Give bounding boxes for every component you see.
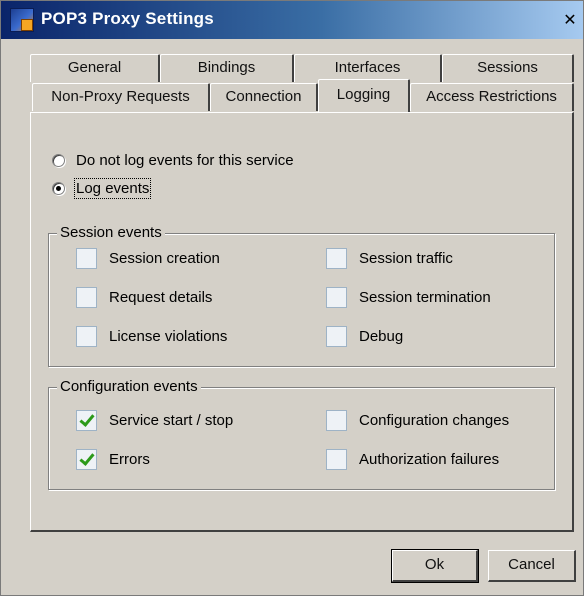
checkbox-checked[interactable]	[76, 449, 97, 470]
check-debug-label: Debug	[359, 328, 404, 345]
check-authorization-failures-label: Authorization failures	[359, 451, 500, 468]
checkbox-checked[interactable]	[76, 410, 97, 431]
logging-tab-page: Do not log events for this service Log e…	[30, 112, 574, 532]
radio-do-not-log-label: Do not log events for this service	[76, 152, 294, 169]
title-bar[interactable]: POP3 Proxy Settings ✕	[1, 1, 583, 39]
checkbox[interactable]	[76, 248, 97, 269]
checkbox[interactable]	[326, 449, 347, 470]
check-license-violations-label: License violations	[109, 328, 228, 345]
radio-log-events-label: Log events	[73, 178, 152, 199]
session-events-group-label: Session events	[57, 224, 165, 242]
checkbox[interactable]	[76, 326, 97, 347]
check-configuration-changes[interactable]: Configuration changes	[326, 410, 509, 431]
ok-button[interactable]: Ok	[391, 549, 479, 583]
configuration-events-group-label: Configuration events	[57, 378, 201, 396]
check-service-start-stop-label: Service start / stop	[109, 412, 234, 429]
checkbox[interactable]	[326, 248, 347, 269]
cancel-button[interactable]: Cancel	[488, 550, 576, 582]
tab-bindings[interactable]: Bindings	[160, 54, 294, 82]
tab-row-front: Non-Proxy Requests Connection Logging Ac…	[32, 79, 574, 112]
tab-non-proxy-requests[interactable]: Non-Proxy Requests	[32, 83, 210, 111]
tab-interfaces[interactable]: Interfaces	[294, 54, 442, 82]
window-title: POP3 Proxy Settings	[41, 9, 214, 28]
radio-log-events[interactable]: Log events	[52, 178, 152, 199]
checkbox[interactable]	[326, 326, 347, 347]
checkbox[interactable]	[326, 410, 347, 431]
checkbox[interactable]	[76, 287, 97, 308]
check-errors-label: Errors	[109, 451, 150, 468]
check-debug[interactable]: Debug	[326, 326, 403, 347]
check-service-start-stop[interactable]: Service start / stop	[76, 410, 233, 431]
app-icon	[10, 8, 34, 32]
check-request-details-label: Request details	[109, 289, 213, 306]
session-events-group: Session events Session creation Request …	[48, 224, 555, 367]
tab-access-restrictions[interactable]: Access Restrictions	[410, 83, 574, 111]
check-errors[interactable]: Errors	[76, 449, 150, 470]
check-session-termination-label: Session termination	[359, 289, 491, 306]
tab-general[interactable]: General	[30, 54, 160, 82]
radio-button[interactable]	[52, 154, 65, 167]
check-session-creation-label: Session creation	[109, 250, 220, 267]
tab-row-back: General Bindings Interfaces Sessions	[30, 54, 574, 82]
check-configuration-changes-label: Configuration changes	[359, 412, 510, 429]
tab-sessions[interactable]: Sessions	[442, 54, 574, 82]
check-license-violations[interactable]: License violations	[76, 326, 227, 347]
close-icon[interactable]: ✕	[561, 11, 579, 31]
check-session-traffic-label: Session traffic	[359, 250, 453, 267]
check-request-details[interactable]: Request details	[76, 287, 212, 308]
check-session-traffic[interactable]: Session traffic	[326, 248, 453, 269]
configuration-events-group: Configuration events Service start / sto…	[48, 378, 555, 490]
tab-logging[interactable]: Logging	[318, 79, 410, 112]
check-authorization-failures[interactable]: Authorization failures	[326, 449, 499, 470]
dialog-window: POP3 Proxy Settings ✕ General Bindings I…	[0, 0, 584, 596]
check-session-termination[interactable]: Session termination	[326, 287, 491, 308]
checkbox[interactable]	[326, 287, 347, 308]
radio-do-not-log[interactable]: Do not log events for this service	[52, 152, 294, 169]
check-session-creation[interactable]: Session creation	[76, 248, 220, 269]
tab-connection[interactable]: Connection	[210, 83, 318, 111]
radio-button-selected[interactable]	[52, 182, 65, 195]
